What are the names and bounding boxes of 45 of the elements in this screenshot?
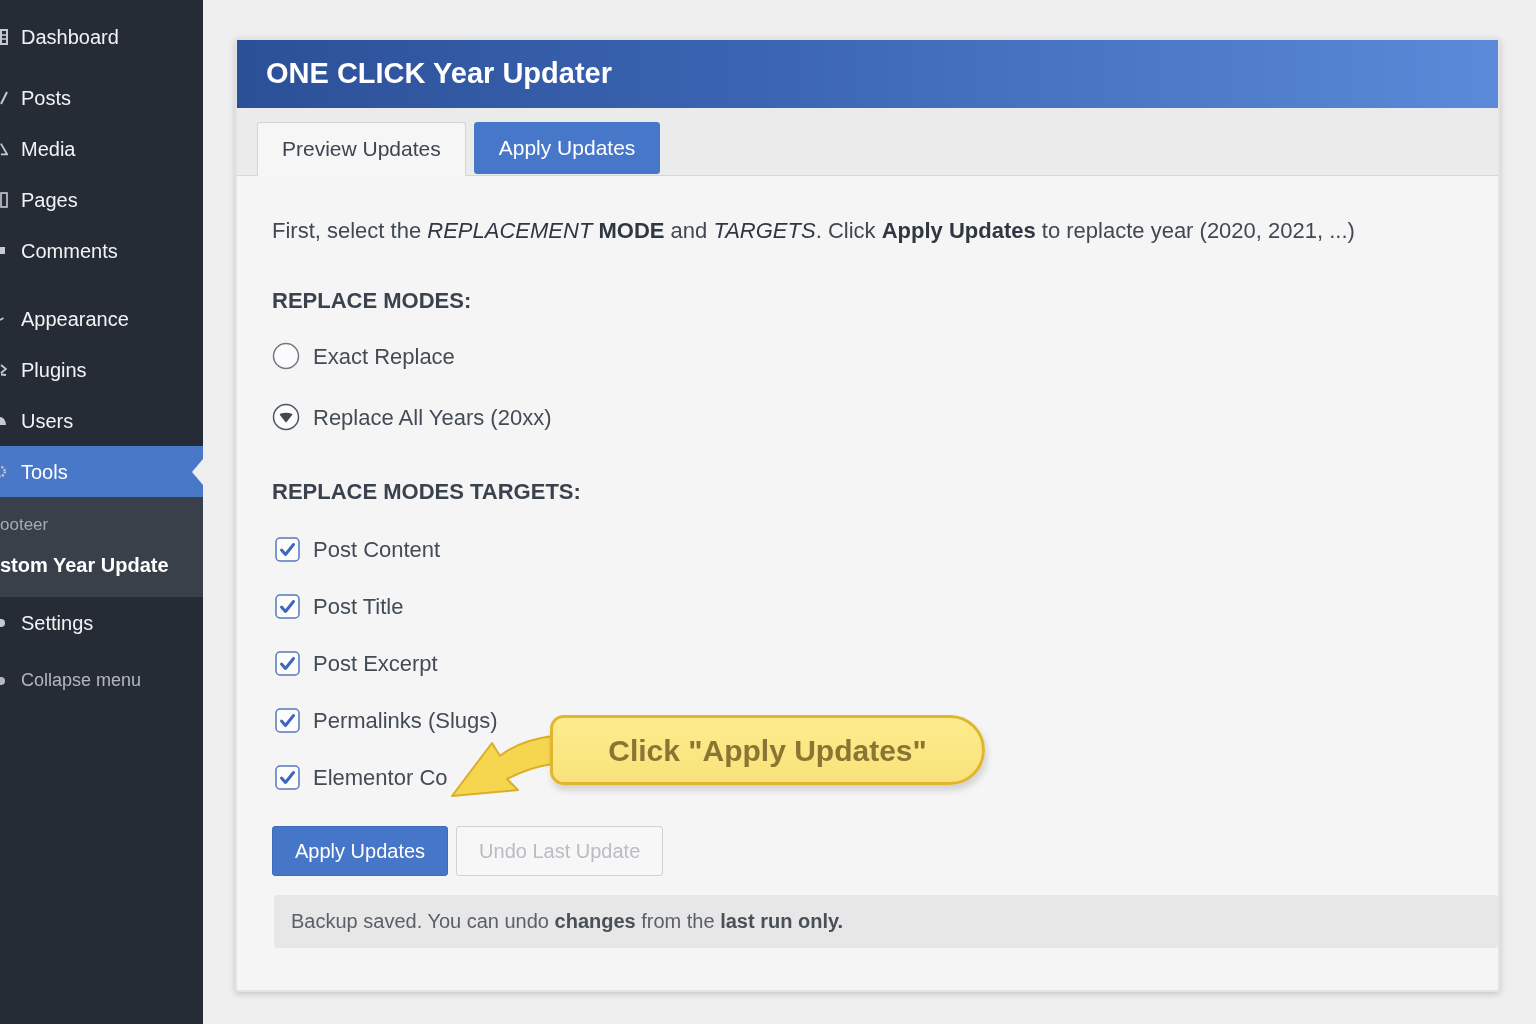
gear-icon (0, 465, 6, 478)
slash-icon (0, 90, 8, 105)
sidebar-item[interactable]: Plugins (0, 344, 203, 395)
checkbox[interactable] (275, 650, 300, 676)
checkbox-label: Post Content (313, 535, 441, 564)
checkbox[interactable] (275, 707, 300, 733)
submenu-item[interactable]: stom Year Update (0, 550, 169, 580)
tab[interactable]: Apply Updates (473, 122, 661, 174)
page-icon (0, 191, 8, 208)
list-icon (0, 28, 8, 45)
tab[interactable]: Preview Updates (257, 122, 466, 176)
checkbox-label: Post Title (313, 592, 404, 621)
radio-button[interactable] (272, 403, 300, 431)
sidebar-item[interactable]: Settings (0, 597, 203, 648)
square-icon (0, 247, 5, 254)
instruction-text: First, select the REPLACEMENT MODE and TARGETS. Click Apply Updates to replacte year (2020, 2021, ...) (272, 217, 1356, 245)
radio-label: Exact Replace (313, 342, 455, 371)
panel-title: ONE CLICK Year Updater (266, 58, 612, 90)
sidebar-item[interactable]: Pages (0, 174, 203, 225)
radio-label: Replace All Years (20xx) (313, 403, 552, 432)
checkbox-label: Post Excerpt (313, 649, 438, 678)
checkbox[interactable] (275, 764, 300, 790)
checkbox-label: Elementor Co (313, 763, 448, 792)
sidebar-item[interactable]: Tools (0, 446, 203, 497)
notice-message: Backup saved. You can undo changes from the last run only. (274, 895, 1498, 948)
person-icon (0, 416, 6, 425)
sidebar-item[interactable]: Media (0, 123, 203, 174)
apply-button[interactable]: Apply Updates (272, 826, 449, 876)
section-heading: REPLACE MODES TARGETS: (272, 478, 582, 506)
sidebar-item[interactable]: Users (0, 395, 203, 446)
callout: Click "Apply Updates" (550, 715, 985, 785)
checkbox-label: Permalinks (Slugs) (313, 706, 498, 735)
pointer-icon (192, 458, 203, 485)
radio-button[interactable] (272, 342, 300, 370)
tick-icon (0, 316, 4, 321)
sidebar-item[interactable]: Collapse menu (0, 655, 203, 706)
checkbox[interactable] (275, 593, 300, 619)
sidebar-item[interactable]: Dashboard (0, 11, 203, 62)
sidebar-item[interactable]: Comments (0, 225, 203, 276)
sidebar-item[interactable]: Appearance (0, 293, 203, 344)
bracket-icon (0, 363, 7, 376)
checkbox[interactable] (275, 536, 300, 562)
section-heading: REPLACE MODES: (272, 287, 473, 315)
submenu-item[interactable]: ooteer (0, 512, 49, 538)
sidebar-item[interactable]: Posts (0, 72, 203, 123)
